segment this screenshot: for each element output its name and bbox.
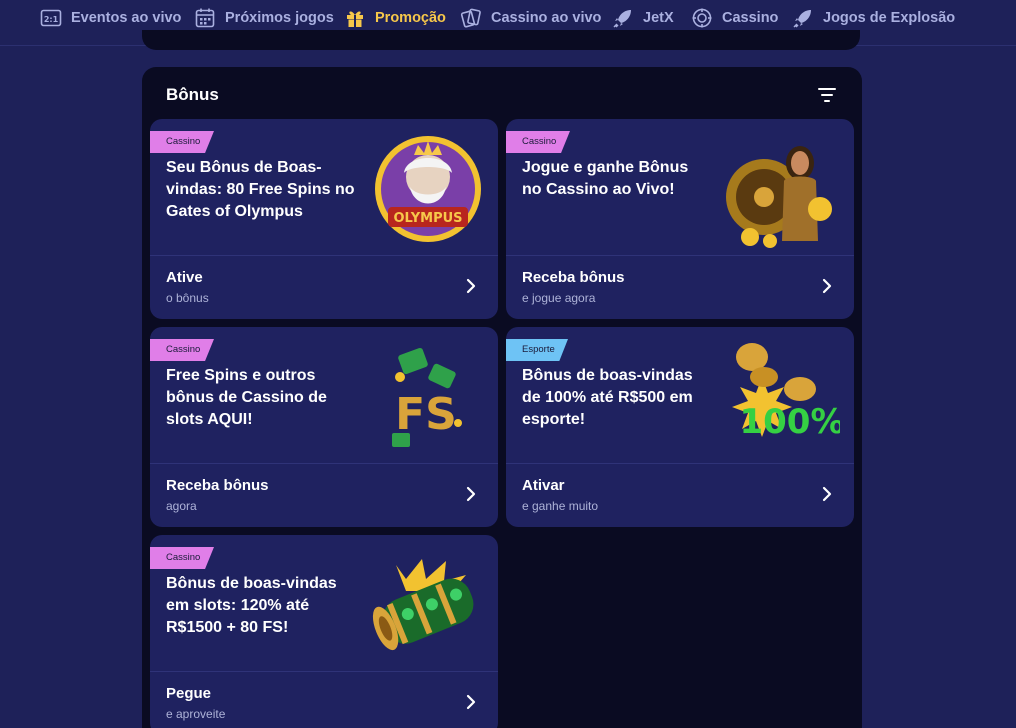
card-title: Bônus de boas-vindas em slots: 120% até … — [166, 575, 337, 636]
filter-icon — [818, 88, 836, 90]
nav-item-live-events[interactable]: 2:1 Eventos ao vivo — [40, 6, 181, 30]
card-subtext: e ganhe muito — [522, 499, 599, 513]
category-tag: Cassino — [150, 547, 214, 569]
category-tag: Cassino — [506, 131, 570, 153]
card-subtext: e aproveite — [166, 707, 226, 721]
chevron-right-icon — [466, 486, 476, 502]
svg-text:OLYMPUS: OLYMPUS — [393, 211, 462, 226]
free-spins-art: FS — [366, 337, 484, 457]
calendar-icon — [194, 7, 216, 29]
bonus-panel: Bônus Cassino Seu Bônus de Boas-vindas: … — [142, 67, 862, 728]
card-action: Ative — [166, 269, 203, 286]
card-title: Free Spins e outros bônus de Cassino de … — [166, 367, 327, 428]
nav-label: Cassino ao vivo — [491, 10, 602, 26]
nav-item-jetx[interactable]: JetX — [612, 6, 674, 30]
card-subtext: agora — [166, 499, 197, 513]
bonus-card[interactable]: Cassino Jogue e ganhe Bônus no Cassino a… — [506, 119, 854, 319]
card-title: Seu Bônus de Boas-vindas: 80 Free Spins … — [166, 159, 355, 220]
filter-button[interactable] — [816, 85, 838, 105]
nav-item-promotion[interactable]: Promoção — [344, 6, 446, 30]
card-action: Receba bônus — [166, 477, 269, 494]
bonus-card[interactable]: Cassino Seu Bônus de Boas-vindas: 80 Fre… — [150, 119, 498, 319]
chevron-right-icon — [466, 694, 476, 710]
nav-item-upcoming-games[interactable]: Próximos jogos — [194, 6, 334, 30]
rocket-icon — [612, 7, 634, 29]
slot-reel-art — [366, 545, 484, 665]
bonus-card[interactable]: Esporte Bônus de boas-vindas de 100% até… — [506, 327, 854, 527]
chip-icon — [691, 7, 713, 29]
card-subtext: o bônus — [166, 291, 209, 305]
chevron-right-icon — [466, 278, 476, 294]
category-tag: Cassino — [150, 339, 214, 361]
nav-item-crash-games[interactable]: Jogos de Explosão — [792, 6, 955, 30]
nav-label: JetX — [643, 10, 674, 26]
card-action: Ativar — [522, 477, 565, 494]
nav-label: Promoção — [375, 10, 446, 26]
card-title: Bônus de boas-vindas de 100% até R$500 e… — [522, 367, 693, 428]
nav-label: Eventos ao vivo — [71, 10, 182, 26]
card-subtext: e jogue agora — [522, 291, 596, 305]
card-action: Receba bônus — [522, 269, 625, 286]
svg-text:2:1: 2:1 — [44, 15, 59, 24]
nav-label: Próximos jogos — [225, 10, 334, 26]
hundred-percent-art: 100% — [722, 337, 840, 457]
nav-label: Cassino — [722, 10, 779, 26]
chevron-right-icon — [822, 278, 832, 294]
svg-text:FS: FS — [395, 389, 457, 440]
cards-icon — [460, 7, 482, 29]
live-casino-dealer-art — [722, 129, 840, 249]
live-events-icon: 2:1 — [40, 7, 62, 29]
gates-of-olympus-art: OLYMPUS — [366, 129, 484, 249]
svg-text:100%: 100% — [739, 402, 840, 442]
panel-title: Bônus — [166, 85, 219, 104]
card-title: Jogue e ganhe Bônus no Cassino ao Vivo! — [522, 159, 689, 198]
nav-item-casino[interactable]: Cassino — [691, 6, 778, 30]
chevron-right-icon — [822, 486, 832, 502]
gift-icon — [344, 7, 366, 29]
nav-label: Jogos de Explosão — [823, 10, 956, 26]
card-action: Pegue — [166, 685, 212, 702]
bonus-card[interactable]: Cassino Free Spins e outros bônus de Cas… — [150, 327, 498, 527]
category-tag: Esporte — [506, 339, 568, 361]
nav-item-live-casino[interactable]: Cassino ao vivo — [460, 6, 601, 30]
bonus-card[interactable]: Cassino Bônus de boas-vindas em slots: 1… — [150, 535, 498, 728]
category-tag: Cassino — [150, 131, 214, 153]
previous-section-bottom — [142, 30, 860, 50]
rocket-icon — [792, 7, 814, 29]
